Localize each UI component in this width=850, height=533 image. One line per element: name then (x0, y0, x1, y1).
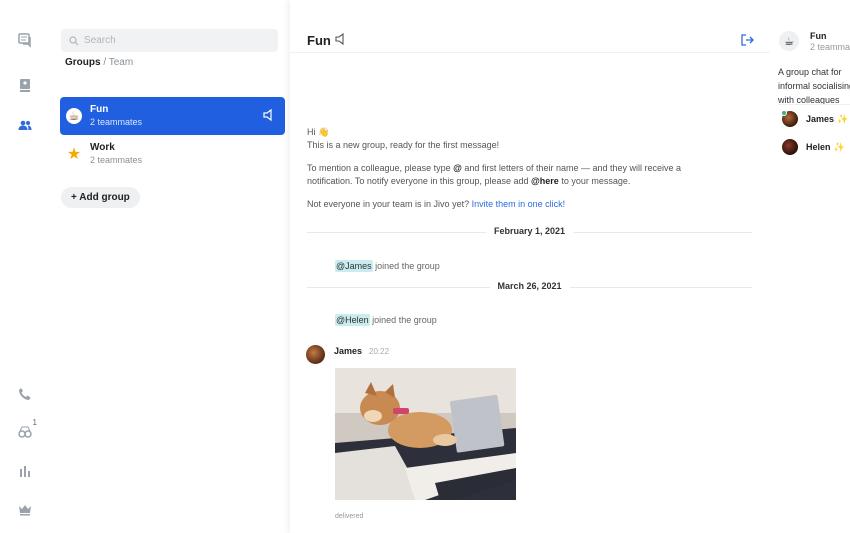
divider (778, 104, 850, 105)
visitors-badge: 1 (32, 418, 37, 427)
star-icon: ★ (66, 146, 82, 163)
message-author[interactable]: James (334, 346, 362, 356)
groups-panel: Search Groups / Team ☕ Fun 2 teammates ★… (50, 0, 290, 533)
crown-icon[interactable] (15, 499, 35, 519)
coffee-icon: ☕ (66, 108, 82, 124)
group-name: Work (90, 142, 115, 153)
avatar[interactable] (306, 345, 325, 364)
left-rail: 1 (0, 0, 50, 533)
mention-hint-at: @ (453, 163, 462, 173)
breadcrumb-separator: / (103, 57, 107, 68)
add-group-button[interactable]: + Add group (61, 187, 140, 208)
inbox-icon[interactable] (15, 75, 35, 95)
search-placeholder: Search (84, 35, 116, 46)
group-info-count: 2 teammates (810, 42, 850, 52)
message-time: 20:22 (369, 347, 390, 356)
search-icon (69, 35, 79, 45)
member-name: Helen (806, 142, 831, 152)
coffee-icon: ☕ (779, 31, 799, 51)
group-description: A group chat for informal socialising wi… (778, 67, 850, 105)
group-members-count: 2 teammates (90, 117, 143, 127)
date-label: February 1, 2021 (485, 226, 574, 236)
chat-title: Fun (307, 33, 331, 48)
group-item-fun[interactable]: ☕ Fun 2 teammates (60, 97, 285, 135)
group-name: Fun (90, 104, 109, 115)
member-item[interactable]: Helen ✨ (782, 139, 845, 155)
intro-text: This is a new group, ready for the first… (307, 140, 500, 150)
stats-icon[interactable] (15, 461, 35, 481)
search-input[interactable]: Search (61, 29, 278, 52)
mention-hint: To mention a colleague, please type @ an… (307, 162, 727, 188)
date-label: March 26, 2021 (489, 281, 570, 291)
sparkle-icon: ✨ (833, 141, 845, 152)
mention-hint-part: To mention a colleague, please type (307, 163, 451, 173)
breadcrumb: Groups / Team (65, 57, 133, 68)
muted-speaker-icon[interactable] (263, 108, 275, 122)
chats-icon[interactable] (15, 30, 35, 50)
greeting: Hi 👋 (307, 126, 329, 139)
team-icon[interactable] (15, 115, 35, 135)
invite-text: Not everyone in your team is in Jivo yet… (307, 199, 470, 209)
waving-hand-icon: 👋 (318, 127, 330, 137)
system-text: joined the group (375, 261, 440, 271)
date-divider: March 26, 2021 (307, 281, 752, 293)
date-divider: February 1, 2021 (307, 226, 752, 238)
group-item-work[interactable]: ★ Work 2 teammates (60, 135, 285, 173)
leave-group-icon[interactable] (740, 33, 754, 47)
visitors-icon[interactable]: 1 (15, 418, 37, 442)
invite-link[interactable]: Invite them in one click! (472, 199, 566, 209)
system-message: @Helen joined the group (335, 314, 437, 326)
online-indicator (781, 110, 787, 116)
breadcrumb-groups[interactable]: Groups (65, 57, 101, 68)
member-item[interactable]: James ✨ (781, 110, 849, 127)
avatar (782, 139, 798, 155)
member-name: James (806, 114, 835, 124)
mention-hint-part: to your message. (561, 176, 631, 186)
chat-panel: Fun Hi 👋 This is a new group, ready for … (290, 0, 770, 533)
group-info-panel: ☕ Fun 2 teammates A group chat for infor… (770, 0, 850, 533)
sparkle-icon: ✨ (837, 113, 849, 124)
group-info-name: Fun (810, 31, 827, 41)
group-members-count: 2 teammates (90, 155, 143, 165)
muted-speaker-icon[interactable] (335, 32, 346, 46)
delivery-status: delivered (335, 513, 364, 520)
system-message: @James joined the group (335, 260, 440, 272)
mention-hint-here: @here (531, 176, 559, 186)
mention[interactable]: @James (335, 260, 373, 272)
system-text: joined the group (372, 315, 437, 325)
invite-line: Not everyone in your team is in Jivo yet… (307, 198, 565, 211)
chat-header: Fun (290, 0, 770, 53)
message-image[interactable] (335, 368, 516, 500)
mention[interactable]: @Helen (335, 314, 370, 326)
phone-icon[interactable] (15, 384, 35, 404)
greeting-text: Hi (307, 127, 316, 137)
avatar (781, 110, 798, 127)
app: 1 Search Groups / Team ☕ Fun 2 teammates (0, 0, 850, 533)
breadcrumb-team: Team (108, 57, 134, 68)
